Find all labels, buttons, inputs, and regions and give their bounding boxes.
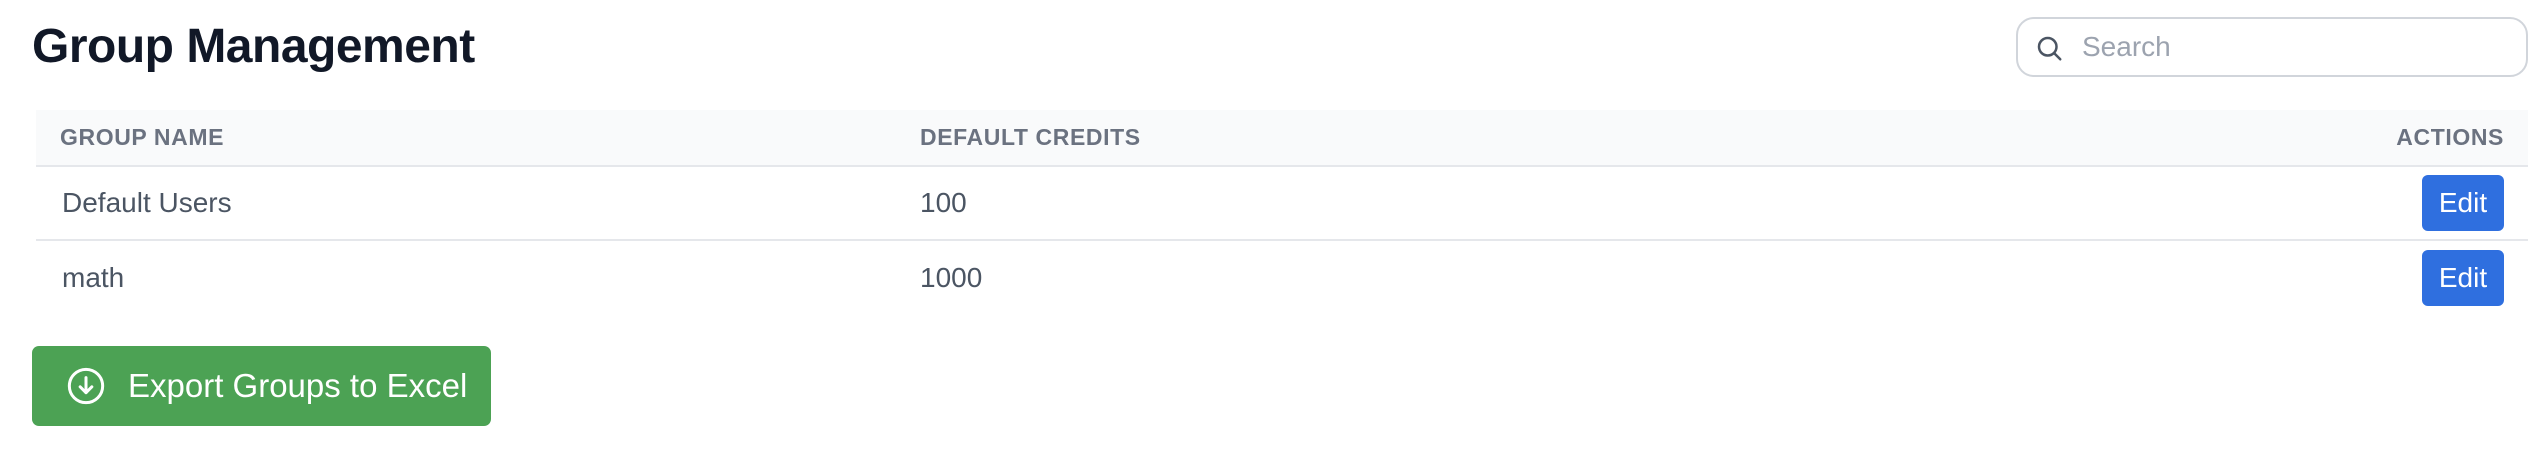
table-row: Default Users 100 Edit: [36, 166, 2528, 241]
default-credits-cell: 100: [896, 166, 2036, 241]
search-input[interactable]: [2082, 19, 2512, 75]
default-credits-cell: 1000: [920, 261, 983, 293]
column-header-actions: ACTIONS: [2036, 110, 2528, 167]
search-icon: [2034, 33, 2064, 63]
group-management-page: Group Management GROUP NAME DEFAULT CRED…: [0, 0, 2544, 470]
edit-button[interactable]: Edit: [2422, 175, 2504, 231]
actions-cell: Edit: [2036, 166, 2528, 241]
search-box[interactable]: [2016, 17, 2528, 77]
edit-button[interactable]: Edit: [2422, 249, 2504, 306]
group-name-cell: math: [62, 261, 125, 293]
group-name-cell: Default Users: [36, 166, 896, 241]
table-header-row: GROUP NAME DEFAULT CREDITS ACTIONS: [36, 110, 2528, 167]
page-title: Group Management: [32, 20, 475, 73]
actions-cell: Edit: [2036, 240, 2528, 314]
export-button-label: Export Groups to Excel: [128, 367, 468, 404]
groups-table: GROUP NAME DEFAULT CREDITS ACTIONS Defau…: [36, 110, 2528, 314]
table-row: math 1000 Edit: [36, 240, 2528, 314]
column-header-default-credits: DEFAULT CREDITS: [896, 110, 2036, 167]
export-groups-button[interactable]: Export Groups to Excel: [32, 346, 491, 426]
download-circle-icon: [66, 366, 106, 406]
column-header-group-name: GROUP NAME: [36, 110, 896, 167]
